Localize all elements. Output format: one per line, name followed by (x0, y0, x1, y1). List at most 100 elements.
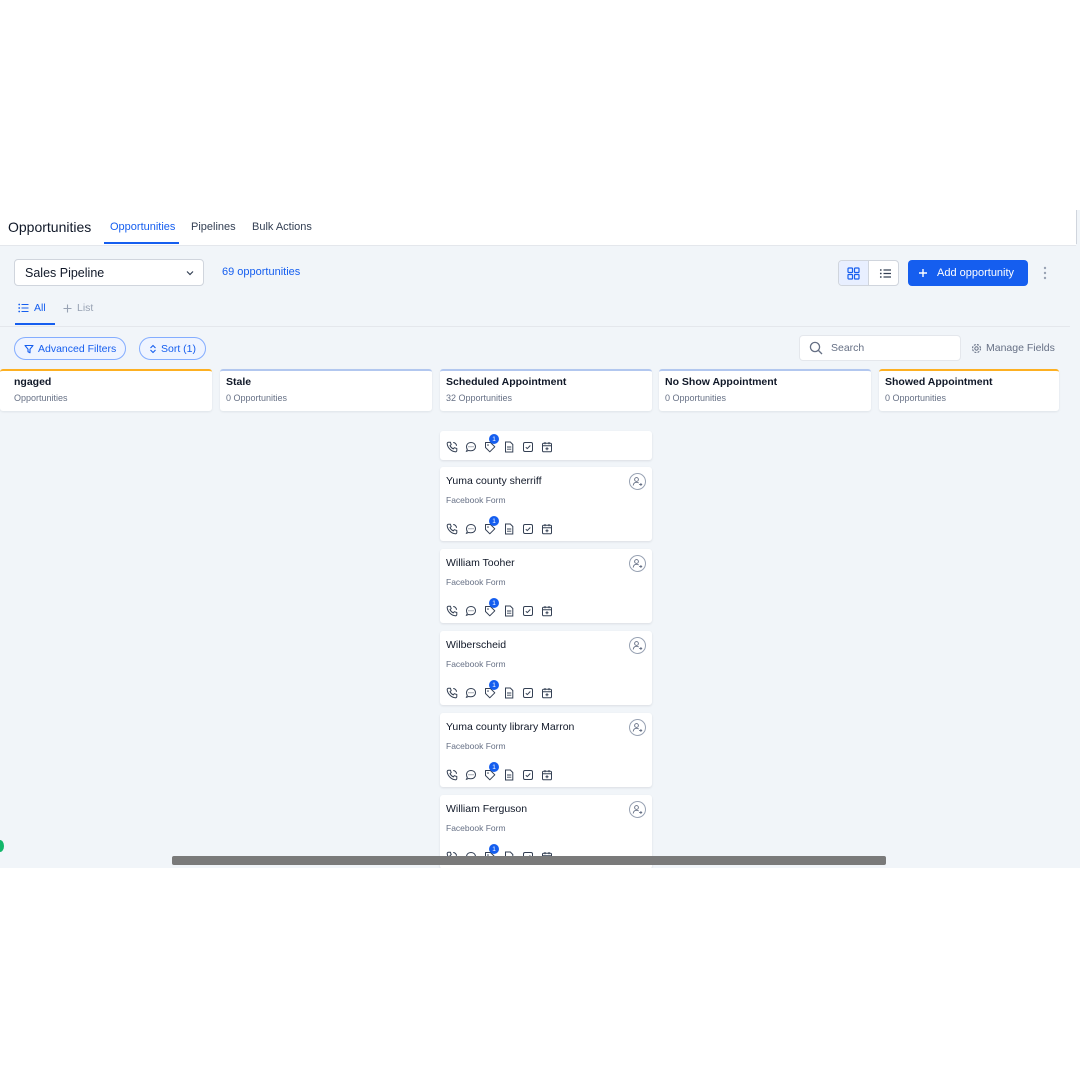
task-check-icon[interactable] (521, 604, 534, 617)
document-icon[interactable] (502, 522, 515, 535)
chat-icon[interactable] (464, 768, 477, 781)
notification-badge: 1 (489, 434, 499, 444)
card-contact-name[interactable]: William Tooher (446, 557, 515, 569)
add-opportunity-button[interactable]: Add opportunity (908, 260, 1028, 286)
list-icon (879, 267, 892, 280)
document-icon[interactable] (502, 686, 515, 699)
tag-icon[interactable]: 1 (483, 680, 499, 699)
chat-icon[interactable] (464, 604, 477, 617)
opportunity-count: 69 opportunities (222, 266, 301, 278)
chat-icon[interactable] (464, 440, 477, 453)
tab-opportunities[interactable]: Opportunities (110, 221, 175, 233)
more-options-icon[interactable] (1040, 265, 1050, 281)
board-view-button[interactable] (839, 261, 869, 285)
assign-user-button[interactable] (629, 473, 646, 490)
card-actions: 1 (445, 434, 553, 453)
document-icon[interactable] (502, 768, 515, 781)
task-check-icon[interactable] (521, 768, 534, 781)
card-contact-name[interactable]: Yuma county library Marron (446, 721, 574, 733)
calendar-icon[interactable] (540, 686, 553, 699)
notification-badge: 1 (489, 598, 499, 608)
phone-icon[interactable] (445, 768, 458, 781)
assign-user-button[interactable] (629, 637, 646, 654)
opportunity-card[interactable]: Yuma county sherriff Facebook Form 1 (440, 467, 652, 541)
card-source: Facebook Form (446, 823, 506, 833)
filter-icon (24, 344, 34, 354)
chat-icon[interactable] (464, 686, 477, 699)
tab-pipelines[interactable]: Pipelines (191, 221, 236, 233)
stage-name: Showed Appointment (885, 376, 993, 388)
opportunity-card[interactable]: Wilberscheid Facebook Form 1 (440, 631, 652, 705)
calendar-icon[interactable] (540, 768, 553, 781)
stage-name: Scheduled Appointment (446, 376, 567, 388)
sort-button[interactable]: Sort (1) (139, 337, 207, 360)
tag-icon[interactable]: 1 (483, 516, 499, 535)
chat-icon[interactable] (464, 522, 477, 535)
card-source: Facebook Form (446, 741, 506, 751)
plus-icon (918, 268, 928, 278)
status-indicator (0, 840, 4, 852)
stage-name: ngaged (14, 376, 52, 388)
task-check-icon[interactable] (521, 686, 534, 699)
tag-icon[interactable]: 1 (483, 762, 499, 781)
advanced-filters-label: Advanced Filters (38, 342, 117, 355)
stage-header-stale: Stale 0 Opportunities (220, 369, 432, 411)
assign-user-button[interactable] (629, 801, 646, 818)
opportunity-card[interactable]: William Tooher Facebook Form 1 (440, 549, 652, 623)
opportunity-card[interactable]: Yuma county library Marron Facebook Form… (440, 713, 652, 787)
calendar-icon[interactable] (540, 604, 553, 617)
tab-bulk-actions[interactable]: Bulk Actions (252, 221, 312, 233)
phone-icon[interactable] (445, 522, 458, 535)
top-header: Opportunities Opportunities Pipelines Bu… (0, 210, 1076, 246)
stage-header-engaged: ngaged Opportunities (0, 369, 212, 411)
pipeline-select[interactable]: Sales Pipeline (14, 259, 204, 286)
plus-icon (63, 304, 72, 313)
notification-badge: 1 (489, 516, 499, 526)
stage-header-no-show-appointment: No Show Appointment 0 Opportunities (659, 369, 871, 411)
calendar-icon[interactable] (540, 522, 553, 535)
sort-icon (149, 344, 157, 354)
notification-badge: 1 (489, 680, 499, 690)
horizontal-scrollbar[interactable] (172, 856, 886, 865)
subtab-all-label: All (34, 302, 46, 314)
document-icon[interactable] (502, 604, 515, 617)
task-check-icon[interactable] (521, 440, 534, 453)
card-actions: 1 (445, 516, 553, 535)
phone-icon[interactable] (445, 686, 458, 699)
manage-fields-label: Manage Fields (986, 342, 1055, 354)
search-input[interactable] (831, 342, 941, 354)
notification-badge: 1 (489, 844, 499, 854)
stage-count: 0 Opportunities (885, 393, 947, 403)
assign-user-button[interactable] (629, 719, 646, 736)
view-toggle (838, 260, 899, 286)
phone-icon[interactable] (445, 604, 458, 617)
user-assign-icon (632, 804, 643, 815)
card-contact-name[interactable]: Wilberscheid (446, 639, 506, 651)
active-subtab-indicator (15, 323, 55, 325)
user-assign-icon (632, 558, 643, 569)
search-box (799, 335, 961, 361)
stage-count: 0 Opportunities (226, 393, 288, 403)
manage-fields-button[interactable]: Manage Fields (971, 342, 1055, 354)
calendar-icon[interactable] (540, 440, 553, 453)
phone-icon[interactable] (445, 440, 458, 453)
stage-count: 32 Opportunities (446, 393, 513, 403)
assign-user-button[interactable] (629, 555, 646, 572)
grid-icon (847, 266, 860, 280)
list-view-button[interactable] (870, 261, 898, 285)
document-icon[interactable] (502, 440, 515, 453)
opportunity-card[interactable]: 1 (440, 431, 652, 460)
card-source: Facebook Form (446, 495, 506, 505)
notification-badge: 1 (489, 762, 499, 772)
active-tab-indicator (104, 242, 179, 244)
card-contact-name[interactable]: William Ferguson (446, 803, 527, 815)
card-contact-name[interactable]: Yuma county sherriff (446, 475, 542, 487)
card-actions: 1 (445, 762, 553, 781)
advanced-filters-button[interactable]: Advanced Filters (14, 337, 127, 360)
tag-icon[interactable]: 1 (483, 434, 499, 453)
subtab-all[interactable]: All (18, 302, 46, 314)
tag-icon[interactable]: 1 (483, 598, 499, 617)
subtab-add-list[interactable]: List (63, 302, 93, 314)
task-check-icon[interactable] (521, 522, 534, 535)
user-assign-icon (632, 640, 643, 651)
